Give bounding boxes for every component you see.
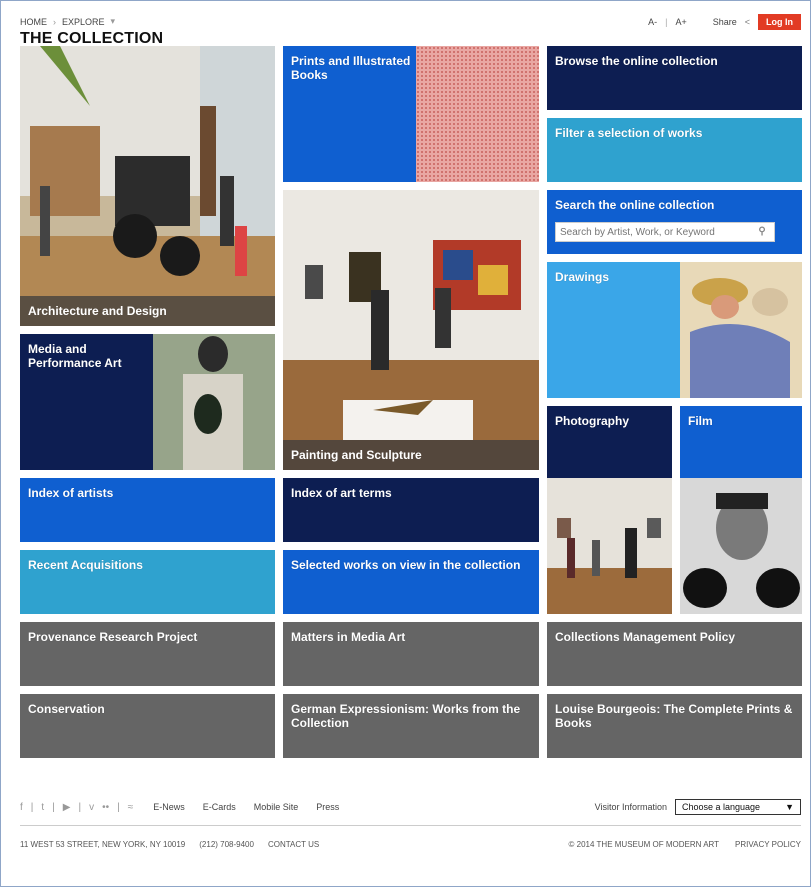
tile-label: Recent Acquisitions bbox=[28, 558, 143, 572]
tile-label: Index of artists bbox=[28, 486, 114, 500]
tile-label: Drawings bbox=[555, 270, 610, 284]
footer-links: E-News E-Cards Mobile Site Press bbox=[153, 802, 339, 812]
share-icon[interactable]: < bbox=[745, 17, 750, 27]
footer-links-bar: f | t | ▶ | v •• | ≈ E-News E-Cards Mobi… bbox=[20, 797, 801, 817]
tile-louise-bourgeois[interactable]: Louise Bourgeois: The Complete Prints & … bbox=[547, 694, 802, 758]
privacy-link[interactable]: PRIVACY POLICY bbox=[735, 840, 801, 849]
visitor-info: Visitor Information Choose a language ▼ bbox=[595, 799, 801, 815]
caret-down-icon: ▼ bbox=[785, 802, 794, 812]
tile-browse[interactable]: Browse the online collection bbox=[547, 46, 802, 110]
photography-photo bbox=[547, 478, 672, 614]
top-tools: A- | A+ Share < Log In bbox=[648, 14, 801, 30]
search-icon[interactable]: ⚲ bbox=[752, 225, 772, 239]
tile-conservation[interactable]: Conservation bbox=[20, 694, 275, 758]
divider: | bbox=[117, 801, 120, 813]
tile-label: Photography bbox=[555, 414, 629, 428]
phone: (212) 708-9400 bbox=[199, 840, 254, 849]
architecture-photo bbox=[20, 46, 275, 326]
divider: | bbox=[52, 801, 55, 813]
footer-divider bbox=[20, 825, 801, 826]
tile-recent-acquisitions[interactable]: Recent Acquisitions bbox=[20, 550, 275, 614]
language-select[interactable]: Choose a language ▼ bbox=[675, 799, 801, 815]
footer-bottom: 11 WEST 53 STREET, NEW YORK, NY 10019 (2… bbox=[20, 840, 801, 849]
social-icons: f | t | ▶ | v •• | ≈ bbox=[20, 802, 133, 813]
painting-photo bbox=[283, 190, 539, 470]
tile-label: Architecture and Design bbox=[20, 296, 275, 326]
breadcrumb-home[interactable]: HOME bbox=[20, 17, 47, 27]
tile-provenance[interactable]: Provenance Research Project bbox=[20, 622, 275, 686]
tile-label: Conservation bbox=[28, 702, 105, 716]
tile-index-terms[interactable]: Index of art terms bbox=[283, 478, 539, 542]
tile-label: German Expressionism: Works from the Col… bbox=[291, 702, 521, 730]
login-button[interactable]: Log In bbox=[758, 14, 801, 30]
divider: | bbox=[78, 801, 82, 813]
chevron-down-icon[interactable]: ▾ bbox=[111, 16, 116, 27]
footer-link-mobile[interactable]: Mobile Site bbox=[254, 802, 299, 812]
font-smaller-button[interactable]: A- bbox=[648, 17, 657, 27]
breadcrumb-explore[interactable]: EXPLORE bbox=[62, 17, 105, 27]
twitter-icon[interactable]: t bbox=[41, 802, 44, 813]
tile-label: Search the online collection bbox=[555, 198, 715, 212]
tile-prints[interactable]: Prints and Illustrated Books bbox=[283, 46, 539, 182]
tile-matters-media-art[interactable]: Matters in Media Art bbox=[283, 622, 539, 686]
tool-separator: | bbox=[665, 17, 668, 27]
tile-search: Search the online collection ⚲ bbox=[547, 190, 802, 254]
tile-label: Film bbox=[688, 414, 713, 428]
address: 11 WEST 53 STREET, NEW YORK, NY 10019 bbox=[20, 840, 186, 849]
tile-label: Browse the online collection bbox=[555, 54, 718, 68]
tile-label: Matters in Media Art bbox=[291, 630, 406, 644]
vine-icon[interactable]: v bbox=[89, 802, 94, 813]
tile-filter[interactable]: Filter a selection of works bbox=[547, 118, 802, 182]
flickr-icon[interactable]: •• bbox=[102, 802, 109, 813]
tile-label: Collections Management Policy bbox=[555, 630, 736, 644]
tile-selected-works[interactable]: Selected works on view in the collection bbox=[283, 550, 539, 614]
tile-architecture-design[interactable]: Architecture and Design bbox=[20, 46, 275, 326]
footer-link-press[interactable]: Press bbox=[316, 802, 339, 812]
search-input[interactable] bbox=[556, 226, 752, 238]
tile-label: Filter a selection of works bbox=[555, 126, 703, 140]
tile-media-performance[interactable]: Media and Performance Art bbox=[20, 334, 275, 470]
tile-collections-policy[interactable]: Collections Management Policy bbox=[547, 622, 802, 686]
youtube-icon[interactable]: ▶ bbox=[63, 802, 71, 813]
tile-painting-sculpture[interactable]: Painting and Sculpture bbox=[283, 190, 539, 470]
copyright: © 2014 THE MUSEUM OF MODERN ART bbox=[568, 840, 720, 849]
footer-link-enews[interactable]: E-News bbox=[153, 802, 185, 812]
tile-label: Painting and Sculpture bbox=[283, 440, 539, 470]
tile-photography[interactable]: Photography bbox=[547, 406, 672, 614]
tile-german-expressionism[interactable]: German Expressionism: Works from the Col… bbox=[283, 694, 539, 758]
tile-index-artists[interactable]: Index of artists bbox=[20, 478, 275, 542]
facebook-icon[interactable]: f bbox=[20, 802, 23, 813]
prints-photo bbox=[416, 46, 539, 182]
tile-label: Selected works on view in the collection bbox=[291, 558, 521, 572]
visitor-info-label[interactable]: Visitor Information bbox=[595, 802, 667, 812]
tile-label: Media and Performance Art bbox=[28, 342, 122, 370]
tile-label: Prints and Illustrated Books bbox=[291, 54, 411, 82]
language-select-value: Choose a language bbox=[682, 802, 761, 812]
contact-link[interactable]: CONTACT US bbox=[268, 840, 319, 849]
film-photo bbox=[680, 478, 802, 614]
tile-label: Provenance Research Project bbox=[28, 630, 198, 644]
divider: | bbox=[30, 801, 34, 813]
rss-icon[interactable]: ≈ bbox=[128, 802, 134, 813]
share-button[interactable]: Share bbox=[713, 17, 737, 27]
tile-film[interactable]: Film bbox=[680, 406, 802, 614]
tile-label: Louise Bourgeois: The Complete Prints & … bbox=[555, 702, 793, 730]
footer-link-ecards[interactable]: E-Cards bbox=[203, 802, 236, 812]
tile-drawings[interactable]: Drawings bbox=[547, 262, 802, 398]
breadcrumb-separator: › bbox=[53, 16, 56, 27]
search-box: ⚲ bbox=[555, 222, 775, 242]
font-larger-button[interactable]: A+ bbox=[675, 17, 686, 27]
tile-label: Index of art terms bbox=[291, 486, 392, 500]
breadcrumb: HOME › EXPLORE ▾ bbox=[20, 16, 115, 27]
media-photo bbox=[153, 334, 275, 470]
